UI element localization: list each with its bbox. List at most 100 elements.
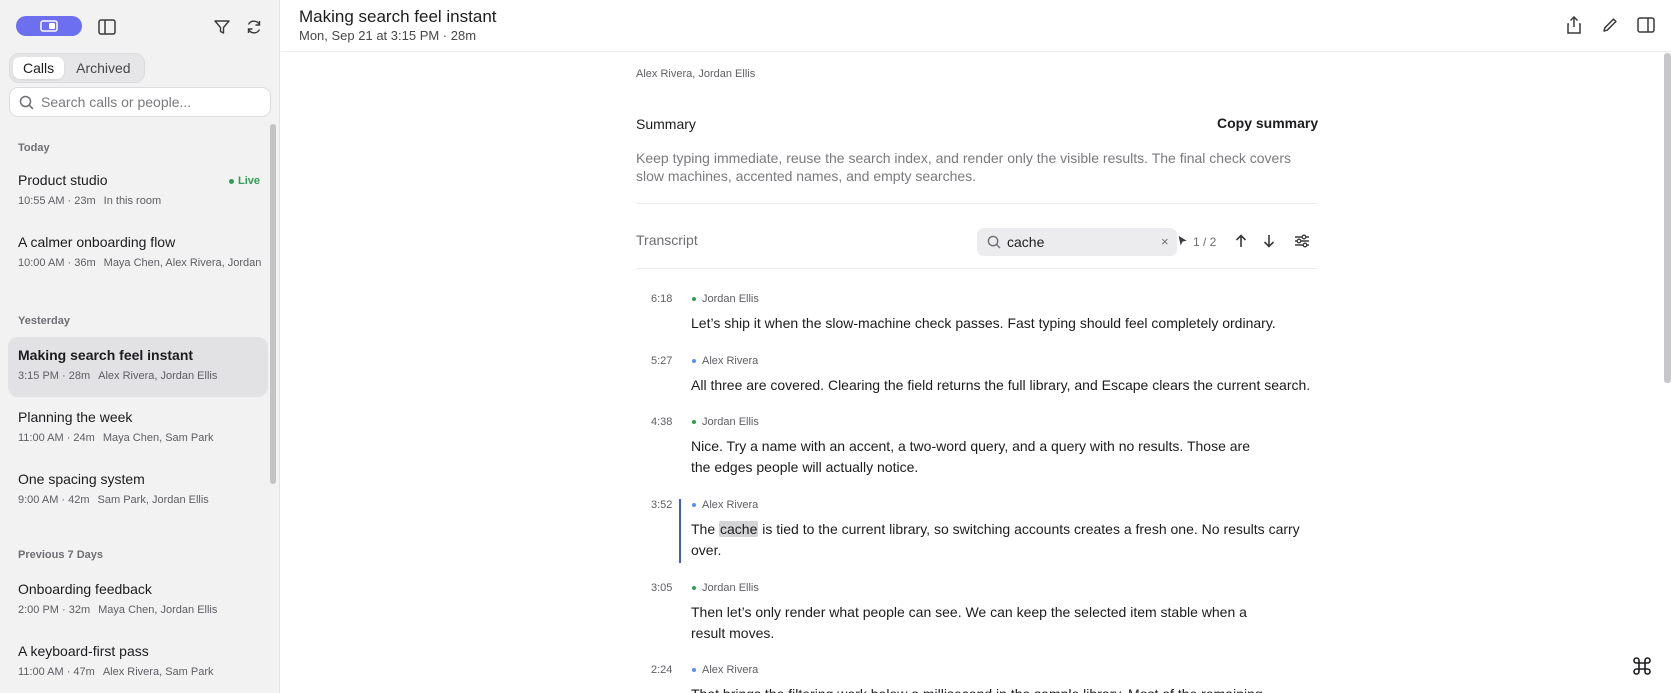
tab-archived[interactable]: Archived — [66, 57, 140, 79]
call-title: Making search feel instant — [18, 347, 194, 363]
entry-text: Let’s ship it when the slow-machine chec… — [691, 315, 1276, 331]
call-people: Maya Chen, Alex Rivera, Jordan Ellis — [103, 257, 263, 269]
call-title: Onboarding feedback — [18, 581, 152, 597]
share-icon — [1567, 16, 1581, 34]
entry-time: 3:52 — [651, 499, 673, 511]
transcript-search-input[interactable] — [1007, 234, 1157, 250]
speaker-name: Jordan Ellis — [702, 582, 759, 594]
summary-text: Keep typing immediate, reuse the search … — [636, 150, 1291, 184]
live-badge: Live — [228, 175, 260, 187]
inspector-toggle-button[interactable] — [1635, 14, 1657, 36]
entry-time: 2:24 — [651, 664, 673, 676]
live-label: Live — [237, 175, 260, 187]
group-title-today: Today — [18, 142, 50, 154]
entry-time: 4:38 — [651, 416, 673, 428]
speaker-name: Alex Rivera — [702, 355, 759, 367]
entry-speaker: Jordan Ellis — [692, 293, 759, 305]
sidebar-toggle-icon — [98, 19, 116, 35]
refresh-button[interactable] — [243, 16, 265, 38]
call-item-product-studio[interactable]: Product studio Live 10:55 AM · 23m In thi… — [8, 162, 268, 222]
call-header: Making search feel instant Mon, Sep 21 a… — [281, 0, 1671, 52]
copy-summary-button[interactable]: Copy summary — [1211, 112, 1324, 134]
call-time: 10:00 AM · 36m — [18, 257, 96, 269]
participants: Alex Rivera, Jordan Ellis — [636, 68, 756, 80]
search-icon — [987, 235, 1001, 249]
arrow-up-icon — [1235, 234, 1247, 247]
panel-icon — [1637, 17, 1655, 33]
speaker-dot — [692, 668, 696, 672]
call-people: In this room — [103, 195, 162, 207]
call-item-spacing-system[interactable]: One spacing system 9:00 AM · 42m Sam Park… — [8, 461, 268, 521]
call-item-onboarding-feedback[interactable]: Onboarding feedback 2:00 PM · 32m Maya Ch… — [8, 571, 268, 631]
match-count: 1 / 2 — [1193, 235, 1217, 249]
command-button[interactable] — [1629, 653, 1655, 679]
new-recording-button[interactable] — [16, 16, 82, 36]
entry-text: All three are covered. Clearing the fiel… — [691, 377, 1311, 393]
group-title-yesterday: Yesterday — [18, 315, 70, 327]
group-title-previous-7-days: Previous 7 Days — [18, 549, 103, 561]
calls-archived-toggle: Calls Archived — [9, 53, 145, 83]
next-match-button[interactable] — [1259, 231, 1279, 251]
search-highlight: cache — [719, 521, 759, 537]
entry-text: Then let’s only render what people can s… — [691, 604, 1247, 641]
entry-time: 3:05 — [651, 582, 673, 594]
active-entry-bar — [679, 499, 681, 563]
speaker-dot — [692, 420, 696, 424]
entry-text: Nice. Try a name with an accent, a two-w… — [691, 438, 1250, 475]
call-people: Sam Park, Jordan Ellis — [97, 494, 209, 506]
call-time: 11:00 AM · 47m — [18, 666, 95, 678]
command-icon — [1633, 657, 1651, 675]
clear-search-button[interactable]: × — [1161, 234, 1169, 249]
call-people: Maya Chen, Sam Park — [102, 432, 214, 444]
call-title: Product studio — [18, 172, 108, 188]
entry-speaker: Alex Rivera — [692, 499, 758, 511]
call-item-keyboard-first[interactable]: A keyboard-first pass 11:00 AM · 47m Alex… — [8, 633, 268, 693]
text-segment: The — [691, 521, 720, 537]
speaker-dot — [692, 359, 696, 363]
search-options-button[interactable] — [1292, 231, 1312, 251]
call-title: Planning the week — [18, 409, 133, 425]
call-item-planning-week[interactable]: Planning the week 11:00 AM · 24m Maya Che… — [8, 399, 268, 459]
call-list: Today Product studio Live 10:55 AM · 23m… — [0, 124, 270, 693]
sidebar: Calls Archived Today Product studio Live… — [0, 0, 280, 693]
main-scrollbar[interactable] — [1664, 53, 1671, 383]
call-meta: 3:15 PM · 28m Alex Rivera, Jordan Ellis — [18, 370, 263, 382]
edit-button[interactable] — [1599, 14, 1621, 36]
entry-time: 5:27 — [651, 355, 673, 367]
call-time: 9:00 AM · 42m — [18, 494, 90, 506]
edit-icon — [1603, 18, 1617, 32]
call-meta: 9:00 AM · 42m Sam Park, Jordan Ellis — [18, 494, 263, 506]
sidebar-toggle-button[interactable] — [96, 16, 118, 38]
entry-time: 6:18 — [651, 293, 673, 305]
call-people: Maya Chen, Jordan Ellis — [98, 604, 218, 616]
refresh-icon — [247, 20, 261, 34]
call-time: 3:15 PM · 28m — [18, 370, 91, 382]
share-button[interactable] — [1563, 14, 1585, 36]
call-title: A keyboard-first pass — [18, 643, 149, 659]
filter-button[interactable] — [211, 16, 233, 38]
call-detail: Alex Rivera, Jordan Ellis Summary Copy s… — [281, 53, 1671, 693]
speaker-name: Alex Rivera — [702, 664, 759, 676]
search-input[interactable] — [41, 94, 261, 110]
speaker-dot — [692, 586, 696, 590]
call-item-search-instant[interactable]: Making search feel instant 3:15 PM · 28m… — [8, 337, 268, 397]
speaker-dot — [692, 503, 696, 507]
speaker-name: Alex Rivera — [702, 499, 759, 511]
entry-text: That brings the filtering work below a m… — [691, 684, 1316, 693]
filter-icon — [214, 20, 230, 34]
options-icon — [1295, 234, 1309, 248]
entry-speaker: Jordan Ellis — [692, 582, 759, 594]
call-item-calmer-onboarding[interactable]: A calmer onboarding flow 10:00 AM · 36m M… — [8, 224, 268, 284]
transcript-search — [977, 228, 1177, 256]
call-people: Alex Rivera, Jordan Ellis — [98, 370, 218, 382]
tab-calls[interactable]: Calls — [13, 57, 65, 79]
page-title: Making search feel instant — [299, 7, 497, 26]
previous-match-button[interactable] — [1231, 231, 1251, 251]
call-time: 11:00 AM · 24m — [18, 432, 95, 444]
sidebar-scrollbar[interactable] — [270, 124, 276, 484]
speaker-name: Jordan Ellis — [702, 293, 759, 305]
entry-speaker: Jordan Ellis — [692, 416, 759, 428]
pointer-icon — [1177, 234, 1190, 248]
call-meta: 2:00 PM · 32m Maya Chen, Jordan Ellis — [18, 604, 263, 616]
entry-speaker: Alex Rivera — [692, 355, 758, 367]
